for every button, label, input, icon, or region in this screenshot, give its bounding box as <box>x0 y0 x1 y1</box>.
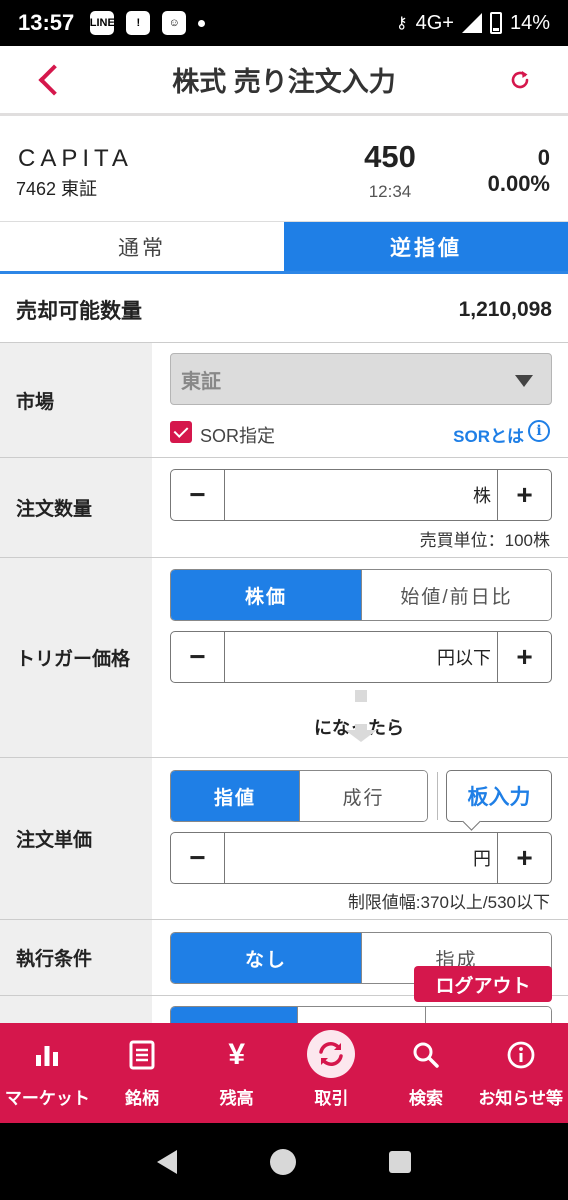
face-icon: ☺ <box>162 11 187 35</box>
refresh-icon[interactable] <box>508 68 532 92</box>
status-bar: 13:57 LINE ! ☺ ⚷ 4G+ 14% <box>0 0 568 46</box>
trigger-minus-button[interactable]: − <box>171 632 225 682</box>
quantity-input[interactable]: 株 <box>225 470 497 520</box>
search-icon <box>412 1036 440 1074</box>
market-label: 市場 <box>0 343 152 457</box>
tab-stop-order[interactable]: 逆指値 <box>284 222 568 271</box>
line-icon: LINE <box>90 11 115 35</box>
alert-icon: ! <box>126 11 151 35</box>
down-arrow-head <box>345 730 377 742</box>
order-price-type-toggle: 指値 成行 <box>170 770 428 822</box>
quantity-minus-button[interactable]: − <box>171 470 225 520</box>
dropdown-arrow-icon <box>515 375 533 387</box>
signal-icon <box>461 13 482 33</box>
trigger-type-toggle: 株価 始値/前日比 <box>170 569 552 621</box>
trigger-price-row: トリガー価格 株価 始値/前日比 − 円以下 + <box>0 558 568 758</box>
refresh-cycle-icon <box>307 1030 356 1078</box>
nav-trade[interactable]: 取引 <box>284 1023 379 1123</box>
nav-stocks[interactable]: 銘柄 <box>95 1023 190 1123</box>
trigger-plus-button[interactable]: + <box>497 632 551 682</box>
bar-chart-icon <box>33 1036 61 1074</box>
execution-label: 執行条件 <box>0 920 152 995</box>
trigger-label: トリガー価格 <box>0 558 152 757</box>
stock-price: 450 <box>364 139 416 174</box>
bottom-nav: マーケット 銘柄 ¥ 残高 取引 検索 お知らせ等 <box>0 1023 568 1123</box>
trigger-stock-price-option[interactable]: 株価 <box>171 570 361 620</box>
execution-none-option[interactable]: なし <box>171 933 361 983</box>
order-price-label: 注文単価 <box>0 758 152 919</box>
board-input-button[interactable]: 板入力 <box>446 770 552 822</box>
quantity-label: 注文数量 <box>0 458 152 557</box>
sor-checkbox[interactable] <box>170 421 192 443</box>
next-row-label <box>0 996 152 1023</box>
nav-market[interactable]: マーケット <box>0 1023 95 1123</box>
order-price-stepper: − 円 + <box>170 832 552 884</box>
stock-name: CAPITA <box>18 145 133 172</box>
market-selected-value: 東証 <box>181 370 221 393</box>
trigger-price-stepper: − 円以下 + <box>170 631 552 683</box>
system-recents-icon[interactable] <box>389 1150 412 1173</box>
order-price-plus-button[interactable]: + <box>497 833 551 883</box>
market-select[interactable]: 東証 <box>170 353 552 405</box>
nav-notices-label: お知らせ等 <box>478 1089 564 1108</box>
down-arrow-icon <box>355 690 367 702</box>
trigger-open-prev-option[interactable]: 始値/前日比 <box>361 570 551 620</box>
quantity-plus-button[interactable]: + <box>497 470 551 520</box>
market-order-option[interactable]: 成行 <box>299 771 427 821</box>
sellable-label: 売却可能数量 <box>16 299 142 323</box>
quantity-unit: 株 <box>473 486 491 506</box>
stock-code-market: 7462 東証 <box>16 179 98 199</box>
back-button[interactable] <box>30 60 70 100</box>
vpn-key-icon: ⚷ <box>395 15 408 32</box>
nav-balance[interactable]: ¥ 残高 <box>189 1023 284 1123</box>
info-icon <box>506 1036 536 1074</box>
sor-info-link[interactable]: SORとは <box>453 422 524 447</box>
yen-icon: ¥ <box>228 1038 246 1071</box>
trigger-price-input[interactable]: 円以下 <box>225 632 497 682</box>
nav-balance-label: 残高 <box>219 1089 254 1108</box>
system-back-icon[interactable] <box>156 1149 177 1174</box>
order-price-input[interactable]: 円 <box>225 833 497 883</box>
price-limit-note: 制限値幅:370以上/530以下 <box>347 893 550 912</box>
page-title: 株式 売り注文入力 <box>172 67 396 97</box>
price-change-percent: 0.00% <box>487 171 550 196</box>
info-icon[interactable]: i <box>528 420 550 442</box>
more-notifications-icon <box>198 19 206 27</box>
trading-unit-note: 売買単位：100株 <box>419 531 550 550</box>
market-row: 市場 東証 SOR指定 SORとは i <box>0 343 568 458</box>
nav-notices[interactable]: お知らせ等 <box>473 1023 568 1123</box>
sellable-value: 1,210,098 <box>458 297 552 321</box>
price-change: 0 <box>537 145 550 170</box>
nav-market-label: マーケット <box>4 1089 90 1108</box>
nav-stocks-label: 銘柄 <box>125 1089 159 1108</box>
app-header: 株式 売り注文入力 <box>0 46 568 116</box>
system-home-icon[interactable] <box>269 1148 296 1175</box>
nav-search-label: 検索 <box>409 1089 444 1108</box>
quantity-stepper: − 株 + <box>170 469 552 521</box>
order-type-tabs: 通常 逆指値 <box>0 222 568 274</box>
nav-trade-label: 取引 <box>314 1089 349 1108</box>
system-nav-bar <box>0 1123 568 1200</box>
order-price-unit: 円 <box>473 849 491 869</box>
trigger-unit: 円以下 <box>437 648 491 668</box>
sor-checkbox-label: SOR指定 <box>200 426 276 446</box>
nav-search[interactable]: 検索 <box>379 1023 474 1123</box>
status-time: 13:57 <box>18 10 75 35</box>
order-price-minus-button[interactable]: − <box>171 833 225 883</box>
logout-button[interactable]: ログアウト <box>414 966 552 1002</box>
sellable-quantity: 売却可能数量 1,210,098 <box>0 277 568 343</box>
tab-normal[interactable]: 通常 <box>0 222 284 271</box>
quantity-row: 注文数量 − 株 + 売買単位：100株 <box>0 458 568 558</box>
stock-info: CAPITA 7462 東証 450 12:34 0 0.00% <box>0 119 568 222</box>
document-icon <box>129 1036 155 1074</box>
network-type: 4G+ <box>415 11 454 34</box>
price-time: 12:34 <box>368 182 412 201</box>
divider <box>437 772 438 820</box>
battery-percent: 14% <box>509 11 550 34</box>
limit-option[interactable]: 指値 <box>171 771 299 821</box>
battery-icon <box>489 12 502 34</box>
